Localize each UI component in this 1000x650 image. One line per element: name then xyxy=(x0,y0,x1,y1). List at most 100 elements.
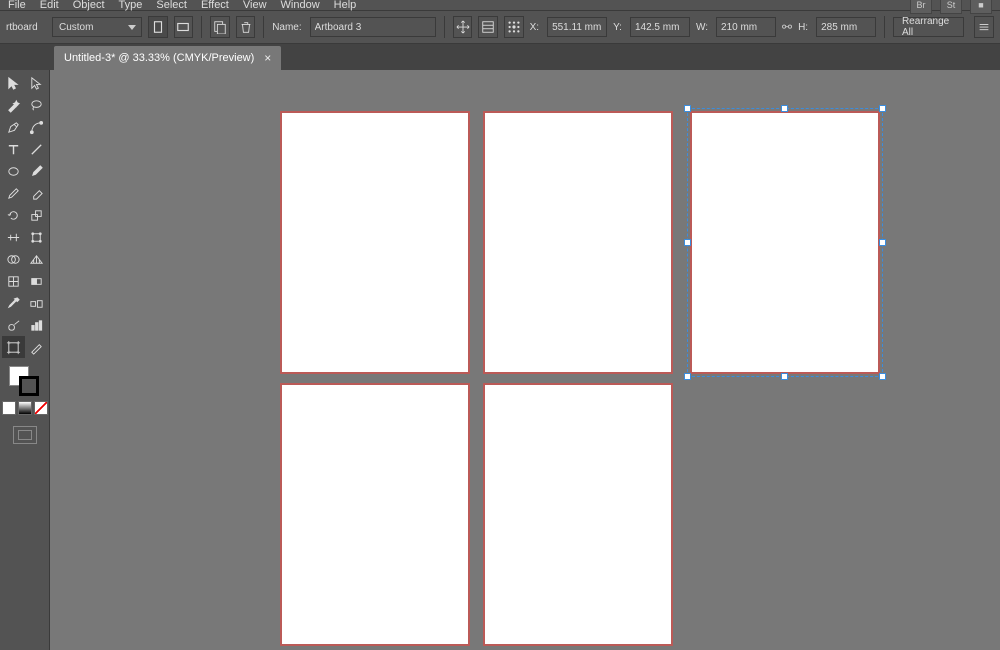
gradient-tool[interactable] xyxy=(25,270,48,292)
document-tab-bar: Untitled-3* @ 33.33% (CMYK/Preview) × xyxy=(0,44,1000,70)
y-input[interactable] xyxy=(635,22,685,33)
new-artboard-button[interactable] xyxy=(210,16,230,38)
h-label: H: xyxy=(798,22,808,33)
h-field[interactable] xyxy=(816,17,876,37)
perspective-grid-tool[interactable] xyxy=(25,248,48,270)
separator xyxy=(884,16,885,38)
delete-artboard-button[interactable] xyxy=(236,16,256,38)
blend-tool[interactable] xyxy=(25,292,48,314)
arrange-documents-icon[interactable]: ■ xyxy=(970,0,992,14)
w-input[interactable] xyxy=(721,22,771,33)
type-tool[interactable] xyxy=(2,138,25,160)
line-segment-tool[interactable] xyxy=(25,138,48,160)
width-tool[interactable] xyxy=(2,226,25,248)
direct-selection-tool[interactable] xyxy=(25,72,48,94)
resize-handle-ml[interactable] xyxy=(684,239,691,246)
resize-handle-bl[interactable] xyxy=(684,373,691,380)
pen-tool[interactable] xyxy=(2,116,25,138)
stroke-swatch[interactable] xyxy=(19,376,39,396)
shape-builder-tool[interactable] xyxy=(2,248,25,270)
mesh-tool[interactable] xyxy=(2,270,25,292)
portrait-orientation-button[interactable] xyxy=(148,16,168,38)
symbol-sprayer-tool[interactable] xyxy=(2,314,25,336)
artboard-name-input[interactable] xyxy=(315,22,431,33)
screen-mode-icon xyxy=(18,430,32,440)
artboard-5[interactable] xyxy=(483,383,673,646)
rearrange-all-button[interactable]: Rearrange All xyxy=(893,17,964,37)
landscape-orientation-button[interactable] xyxy=(174,16,194,38)
color-mode-row xyxy=(1,400,49,416)
resize-handle-tl[interactable] xyxy=(684,105,691,112)
curvature-tool[interactable] xyxy=(25,116,48,138)
document-tab-close-button[interactable]: × xyxy=(264,51,271,65)
free-transform-tool[interactable] xyxy=(25,226,48,248)
x-input[interactable] xyxy=(552,22,602,33)
eyedropper-tool[interactable] xyxy=(2,292,25,314)
constrain-proportions-button[interactable]: ⚯ xyxy=(782,20,792,34)
artboard-4[interactable] xyxy=(280,383,470,646)
resize-handle-tr[interactable] xyxy=(879,105,886,112)
y-label: Y: xyxy=(613,22,622,33)
lasso-tool[interactable] xyxy=(25,94,48,116)
menu-bar: File Edit Object Type Select Effect View… xyxy=(0,0,1000,10)
h-input[interactable] xyxy=(821,22,871,33)
panel-label: rtboard xyxy=(6,22,44,33)
move-artwork-icon xyxy=(456,20,470,34)
screen-mode-button[interactable] xyxy=(13,426,37,444)
pencil-tool[interactable] xyxy=(2,182,25,204)
y-field[interactable] xyxy=(630,17,690,37)
rotate-tool[interactable] xyxy=(2,204,25,226)
menu-flyout-icon xyxy=(977,20,991,34)
stock-icon[interactable]: St xyxy=(940,0,962,14)
resize-handle-br[interactable] xyxy=(879,373,886,380)
trash-icon xyxy=(239,20,253,34)
landscape-icon xyxy=(176,20,190,34)
paintbrush-tool[interactable] xyxy=(25,160,48,182)
menu-type[interactable]: Type xyxy=(119,0,143,11)
canvas[interactable] xyxy=(50,70,1000,650)
column-graph-tool[interactable] xyxy=(25,314,48,336)
color-mode-solid[interactable] xyxy=(2,401,16,415)
resize-handle-mr[interactable] xyxy=(879,239,886,246)
artboard-preset-select[interactable]: Custom xyxy=(52,17,142,37)
reference-point-icon xyxy=(507,20,521,34)
color-mode-none[interactable] xyxy=(34,401,48,415)
menu-edit[interactable]: Edit xyxy=(40,0,59,11)
control-bar-menu-button[interactable] xyxy=(974,16,994,38)
slice-tool[interactable] xyxy=(25,336,48,358)
scale-tool[interactable] xyxy=(25,204,48,226)
w-label: W: xyxy=(696,22,708,33)
menu-help[interactable]: Help xyxy=(334,0,357,11)
artboard-2[interactable] xyxy=(483,111,673,374)
bridge-icon[interactable]: Br xyxy=(910,0,932,14)
eraser-tool[interactable] xyxy=(25,182,48,204)
menu-effect[interactable]: Effect xyxy=(201,0,229,11)
document-tab-title: Untitled-3* @ 33.33% (CMYK/Preview) xyxy=(64,52,254,64)
artboard-name-field[interactable] xyxy=(310,17,436,37)
artboard-options-button[interactable] xyxy=(478,16,498,38)
separator xyxy=(263,16,264,38)
fill-stroke-swatches[interactable] xyxy=(7,364,43,398)
menu-window[interactable]: Window xyxy=(281,0,320,11)
resize-handle-bc[interactable] xyxy=(781,373,788,380)
x-label: X: xyxy=(530,22,539,33)
separator xyxy=(444,16,445,38)
artboard-3[interactable] xyxy=(690,111,880,374)
magic-wand-tool[interactable] xyxy=(2,94,25,116)
ellipse-tool[interactable] xyxy=(2,160,25,182)
color-mode-gradient[interactable] xyxy=(18,401,32,415)
menu-file[interactable]: File xyxy=(8,0,26,11)
menu-select[interactable]: Select xyxy=(156,0,187,11)
w-field[interactable] xyxy=(716,17,776,37)
menu-object[interactable]: Object xyxy=(73,0,105,11)
reference-point-selector[interactable] xyxy=(504,16,524,38)
selection-tool[interactable] xyxy=(2,72,25,94)
document-tab[interactable]: Untitled-3* @ 33.33% (CMYK/Preview) × xyxy=(54,46,281,70)
move-artwork-toggle[interactable] xyxy=(453,16,473,38)
menu-view[interactable]: View xyxy=(243,0,267,11)
name-label: Name: xyxy=(272,22,301,33)
resize-handle-tc[interactable] xyxy=(781,105,788,112)
artboard-tool[interactable] xyxy=(2,336,25,358)
x-field[interactable] xyxy=(547,17,607,37)
artboard-1[interactable] xyxy=(280,111,470,374)
